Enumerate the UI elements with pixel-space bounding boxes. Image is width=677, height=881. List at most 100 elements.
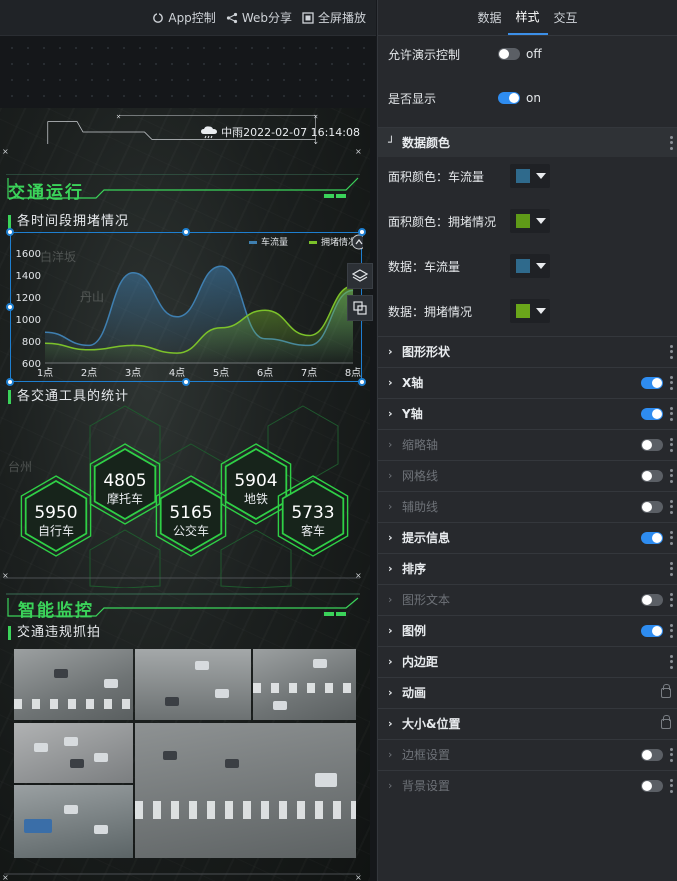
config-group[interactable]: › 网格线: [378, 460, 677, 490]
more-icon[interactable]: [669, 592, 673, 607]
more-icon[interactable]: [669, 468, 673, 483]
config-group[interactable]: › 图例: [378, 615, 677, 645]
chevron-right-icon: ›: [388, 500, 393, 513]
config-group[interactable]: › 大小&位置: [378, 708, 677, 738]
traffic-photo[interactable]: [14, 785, 133, 858]
config-group-toggle[interactable]: [641, 748, 663, 761]
section-title-monitor: 智能监控: [18, 601, 94, 621]
layer-button[interactable]: [347, 263, 373, 289]
chevron-right-icon: ›: [388, 469, 393, 482]
app-control-label: App控制: [168, 11, 216, 25]
config-group[interactable]: › 辅助线: [378, 491, 677, 521]
resize-handle[interactable]: [358, 378, 366, 386]
more-icon[interactable]: [669, 623, 673, 638]
config-group-toggle[interactable]: [641, 407, 663, 420]
resize-handle[interactable]: [182, 228, 190, 236]
snapshot-button[interactable]: [347, 295, 373, 321]
more-icon[interactable]: [669, 344, 673, 359]
tab-style[interactable]: 样式: [507, 0, 548, 35]
traffic-photo[interactable]: [14, 723, 133, 783]
config-group[interactable]: › 图形形状: [378, 336, 677, 366]
config-group-label: X轴: [402, 376, 424, 390]
more-icon[interactable]: [669, 778, 673, 793]
config-group-label: 动画: [402, 686, 427, 700]
resize-handle[interactable]: [6, 378, 14, 386]
display-toggle[interactable]: [498, 92, 520, 104]
chevron-right-icon: ›: [388, 562, 393, 575]
allow-control-toggle[interactable]: [498, 48, 520, 60]
config-group[interactable]: › Y轴: [378, 398, 677, 428]
more-icon[interactable]: [669, 437, 673, 452]
tab-data[interactable]: 数据: [470, 0, 510, 35]
color-swatch: [516, 214, 530, 228]
tab-interaction[interactable]: 交互: [546, 0, 586, 35]
config-group[interactable]: › X轴: [378, 367, 677, 397]
more-icon[interactable]: [669, 135, 673, 150]
more-icon[interactable]: [669, 747, 673, 762]
config-group-toggle[interactable]: [641, 779, 663, 792]
dropdown-caret-icon: [536, 173, 546, 179]
config-group[interactable]: › 边框设置: [378, 739, 677, 769]
resize-handle[interactable]: [6, 303, 14, 311]
traffic-photo[interactable]: [135, 723, 356, 858]
color-picker[interactable]: [510, 299, 550, 323]
traffic-photo[interactable]: [135, 649, 251, 720]
web-share-button[interactable]: Web分享: [226, 9, 292, 26]
app-control-button[interactable]: App控制: [152, 9, 216, 26]
resize-handle[interactable]: [182, 378, 190, 386]
config-group[interactable]: › 提示信息: [378, 522, 677, 552]
area-chart[interactable]: 1600 1400 1200 1000 800 600 1点 2点 3点 4点 5点 6点 7点 8点 车流…: [6, 228, 367, 386]
more-icon[interactable]: [669, 499, 673, 514]
resize-handle[interactable]: [358, 228, 366, 236]
config-group-toggle[interactable]: [641, 593, 663, 606]
x-tick-label: 4点: [169, 367, 185, 379]
config-group-label: 边框设置: [402, 748, 451, 762]
config-group-label: 内边距: [402, 655, 439, 669]
config-group-label: 提示信息: [402, 531, 451, 545]
config-group[interactable]: › 内边距: [378, 646, 677, 676]
color-row-label: 面积颜色：车流量: [388, 169, 485, 184]
dashboard-screen[interactable]: 白洋坂 丹山 台州 × × × 中雨2022-02-07 16:14:08 交通…: [0, 108, 370, 881]
config-group-toggle[interactable]: [641, 531, 663, 544]
traffic-photo[interactable]: [253, 649, 356, 720]
color-picker[interactable]: [510, 164, 550, 188]
config-group-toggle[interactable]: [641, 469, 663, 482]
legend-swatch: [309, 241, 317, 244]
config-group-toggle[interactable]: [641, 624, 663, 637]
color-picker[interactable]: [510, 254, 550, 278]
config-group-toggle[interactable]: [641, 376, 663, 389]
vehicle-count: 5950: [34, 503, 77, 523]
weather-text: 中雨2022-02-07 16:14:08: [221, 126, 360, 139]
editor-canvas[interactable]: 白洋坂 丹山 台州 × × × 中雨2022-02-07 16:14:08 交通…: [0, 36, 376, 881]
config-group[interactable]: › 图形文本: [378, 584, 677, 614]
more-icon[interactable]: [669, 530, 673, 545]
lock-icon: [661, 683, 671, 698]
config-group[interactable]: › 动画: [378, 677, 677, 707]
resize-handle[interactable]: [6, 228, 14, 236]
config-group-toggle[interactable]: [641, 438, 663, 451]
more-icon[interactable]: [669, 654, 673, 669]
vehicle-label: 摩托车: [107, 491, 143, 506]
config-group-toggle[interactable]: [641, 500, 663, 513]
x-tick-label: 5点: [213, 367, 229, 379]
color-picker[interactable]: [510, 209, 550, 233]
traffic-photo[interactable]: [14, 649, 133, 720]
chevron-right-icon: ›: [388, 717, 393, 730]
config-group-label: 排序: [402, 562, 427, 576]
more-icon[interactable]: [669, 375, 673, 390]
config-group[interactable]: › 排序: [378, 553, 677, 583]
color-row: 数据：车流量: [388, 254, 667, 278]
more-icon[interactable]: [669, 561, 673, 576]
color-swatch: [516, 169, 530, 183]
share-icon: [226, 12, 237, 23]
chevron-right-icon: ›: [388, 407, 393, 420]
more-icon[interactable]: [669, 406, 673, 421]
allow-control-value: off: [526, 47, 542, 61]
config-group[interactable]: › 背景设置: [378, 770, 677, 800]
data-color-group[interactable]: ┘ 数据颜色: [378, 127, 677, 157]
legend-scroll-icon: [351, 234, 367, 250]
config-group[interactable]: › 缩略轴: [378, 429, 677, 459]
config-group-label: 图形形状: [402, 345, 451, 359]
area-chart-svg: 16001400120010008006001点 2点 3点 4点 5点 6点 7点 8点车流…: [16, 234, 367, 379]
fullscreen-button[interactable]: 全屏播放: [302, 9, 366, 26]
